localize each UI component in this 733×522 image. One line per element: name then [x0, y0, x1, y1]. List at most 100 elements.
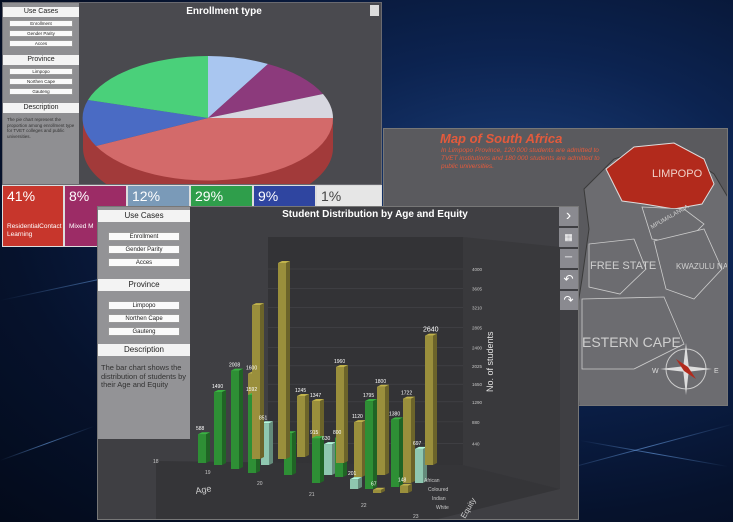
bar-value-label: 588 — [196, 426, 205, 432]
bar-front — [365, 401, 373, 489]
y-tick-label: 1290 — [472, 400, 483, 405]
map-label-kwazulu: KWAZULU NATAL — [676, 262, 728, 271]
y-tick-label: 2805 — [472, 326, 483, 331]
pie-depth — [83, 118, 333, 184]
use-cases-header: Use Cases — [3, 7, 79, 17]
bar-side — [286, 261, 290, 459]
percent-value: 12% — [132, 188, 161, 204]
bar — [425, 333, 437, 465]
pie-title: Enrollment type — [186, 6, 262, 17]
bar-value-label: 1120 — [352, 414, 363, 420]
y-tick-label: 1650 — [472, 382, 483, 387]
equity-label: White — [436, 505, 449, 511]
bar-value-label: 1600 — [246, 366, 257, 372]
equity-label: African — [424, 478, 440, 484]
use-case-acces-button[interactable]: Acces — [9, 40, 73, 47]
bar-side — [358, 477, 362, 489]
bar — [297, 393, 309, 457]
bar — [324, 442, 336, 475]
y-tick-label: 440 — [472, 441, 480, 446]
bar-side — [239, 368, 243, 469]
bar-side — [344, 364, 348, 463]
bar-side — [399, 417, 403, 487]
bar-value-label: 1347 — [310, 393, 321, 399]
bar-front — [336, 366, 344, 463]
bar-front — [377, 386, 385, 475]
pie-slice-green — [88, 55, 208, 118]
bar — [365, 399, 377, 489]
bar — [354, 420, 366, 477]
bar-side — [411, 396, 415, 483]
y-tick-label: 2400 — [472, 345, 483, 350]
percent-label: ResidentialContact Learning — [7, 223, 62, 238]
bar — [400, 483, 412, 493]
bar — [377, 384, 389, 475]
bar-value-label: 1490 — [212, 384, 223, 390]
percent-value: 9% — [258, 188, 279, 204]
bar-side — [206, 432, 210, 463]
bar-value-label: 1245 — [295, 388, 306, 394]
expand-icon[interactable] — [370, 5, 379, 16]
bar-value-label: 1380 — [389, 411, 400, 417]
province-header: Province — [3, 55, 79, 65]
x-tick-label: 19 — [205, 470, 211, 476]
x-tick-label: 20 — [257, 481, 263, 487]
bar-side — [260, 303, 264, 459]
bar-front — [403, 398, 411, 483]
pie-slice-lightblue — [208, 56, 268, 118]
y-tick-label: 2025 — [472, 364, 483, 369]
equity-label: Indian — [432, 496, 446, 502]
bar — [350, 477, 362, 489]
bar — [312, 436, 324, 483]
compass-east: E — [714, 368, 719, 375]
bar — [198, 432, 210, 463]
pie-slice-red — [96, 118, 334, 181]
bar-value-label: 851 — [259, 415, 268, 421]
pie-slice-blue — [82, 100, 208, 146]
percent-value: 29% — [195, 188, 224, 204]
bar — [278, 261, 290, 459]
percent-tile[interactable]: 41% ResidentialContact Learning — [2, 185, 64, 247]
bar-value-label: 1960 — [334, 359, 345, 365]
bar-side — [433, 333, 437, 465]
bar-front — [312, 438, 320, 483]
bar — [391, 417, 403, 487]
x-tick-label: 23 — [413, 514, 419, 520]
x-tick-label: 21 — [309, 492, 315, 498]
pie-slice-white — [208, 94, 333, 118]
bar-value-label: 800 — [333, 430, 342, 436]
bar-front — [252, 305, 260, 459]
percent-value: 1% — [321, 188, 342, 204]
bar-side — [320, 436, 324, 483]
bar-side — [305, 393, 309, 457]
bar-front — [231, 370, 239, 469]
bar-value-label: 148 — [398, 478, 407, 484]
percent-value: 41% — [7, 188, 36, 204]
province-limpopo-button[interactable]: Limpopo — [9, 68, 73, 75]
bar-value-label: 1722 — [401, 391, 412, 397]
pie-slice-purple — [208, 64, 323, 118]
use-case-enrollment-button[interactable]: Enrollment — [9, 20, 73, 27]
y-tick-label: 3605 — [472, 286, 483, 291]
bar-value-label: 915 — [310, 430, 319, 436]
bar — [214, 389, 226, 465]
bar — [231, 368, 243, 469]
bar-value-label: 630 — [322, 436, 331, 442]
bar-front — [198, 434, 206, 463]
bar-side — [385, 384, 389, 475]
x-tick-label: 22 — [361, 503, 367, 509]
map-label-eastern-cape: ESTERN CAPE — [582, 334, 681, 350]
bar-side — [222, 389, 226, 465]
bar-value-label: 1592 — [246, 387, 257, 393]
use-case-gender-parity-button[interactable]: Gender Parity — [9, 30, 73, 37]
map-label-free-state: FREE STATE — [590, 260, 656, 272]
bar-front — [415, 448, 423, 483]
bar-chart-3d: 440 880 1290 1650 2025 2400 2805 3210 3605 4000 5… — [153, 237, 560, 520]
bar — [336, 364, 348, 463]
description-text: The pie chart represent the proportion a… — [7, 117, 75, 139]
province-gauteng-button[interactable]: Gauteng — [9, 88, 73, 95]
province-northen-cape-button[interactable]: Northen Cape — [9, 78, 73, 85]
bar-side — [269, 421, 273, 465]
bar-front — [350, 479, 358, 489]
bar-value-label: 2008 — [229, 363, 240, 369]
